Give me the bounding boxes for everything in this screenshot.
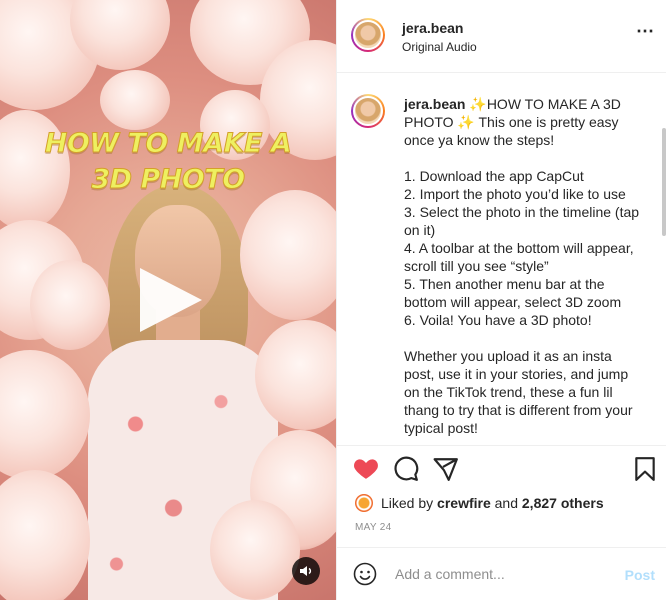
caption-scrollbar[interactable] <box>662 128 666 236</box>
video-title-line-2: 3D PHOTO <box>91 164 246 196</box>
caption-text: jera.bean ✨HOW TO MAKE A 3D PHOTO ✨ This… <box>404 95 640 437</box>
blossom <box>0 350 90 480</box>
post-comment-button[interactable]: Post <box>625 567 655 583</box>
post-header: jera.bean Original Audio ⋯ <box>337 0 666 73</box>
header-username[interactable]: jera.bean <box>402 20 463 36</box>
sparkle-emoji-icon: ✨ <box>469 96 487 112</box>
caption-step: 5. Then another menu bar at the bottom w… <box>404 276 622 310</box>
caption-step: 2. Import the photo you’d like to use <box>404 186 626 202</box>
post-modal: HOW TO MAKE A 3D PHOTO jera.bean Origina… <box>0 0 666 600</box>
sparkle-emoji-icon: ✨ <box>457 114 475 130</box>
comment-input[interactable] <box>393 565 597 583</box>
caption-avatar[interactable] <box>351 94 385 128</box>
blossom <box>240 190 336 320</box>
liker-username[interactable]: crewfire <box>437 495 491 511</box>
blossom <box>0 470 90 600</box>
action-bar <box>337 445 666 494</box>
audio-label[interactable]: Original Audio <box>402 40 477 54</box>
liker-avatar[interactable] <box>355 494 373 512</box>
comment-icon[interactable] <box>393 456 419 487</box>
play-icon[interactable] <box>140 268 202 332</box>
caption-step: 4. A toolbar at the bottom will appear, … <box>404 240 634 274</box>
heart-icon[interactable] <box>353 456 379 485</box>
emoji-icon[interactable] <box>353 562 377 591</box>
comment-bar: Post <box>337 547 666 601</box>
post-video[interactable]: HOW TO MAKE A 3D PHOTO <box>0 0 336 600</box>
caption-step: 6. Voila! You have a 3D photo! <box>404 312 592 328</box>
share-icon[interactable] <box>433 456 459 487</box>
blossom <box>30 260 110 350</box>
likes-prefix: Liked by <box>381 495 434 511</box>
caption-step: 3. Select the photo in the timeline (tap… <box>404 204 640 238</box>
blossom <box>210 500 300 600</box>
likes-others-link[interactable]: 2,827 others <box>522 495 604 511</box>
caption-scroll-area[interactable]: jera.bean ✨HOW TO MAKE A 3D PHOTO ✨ This… <box>337 73 666 445</box>
avatar[interactable] <box>351 18 385 52</box>
caption-step: 1. Download the app CapCut <box>404 168 584 184</box>
more-dots-icon[interactable]: ⋯ <box>636 22 655 40</box>
post-date[interactable]: MAY 24 <box>355 522 391 533</box>
video-title-line-1: HOW TO MAKE A <box>44 128 292 160</box>
likes-summary: Liked by crewfire and 2,827 others <box>355 493 666 513</box>
speaker-icon[interactable] <box>292 557 320 585</box>
bookmark-icon[interactable] <box>633 456 657 487</box>
blossom <box>100 70 170 130</box>
likes-and: and <box>494 495 518 511</box>
caption-username[interactable]: jera.bean <box>404 96 465 112</box>
caption-outro: Whether you upload it as an insta post, … <box>404 348 633 436</box>
post-details-panel: jera.bean Original Audio ⋯ jera.bean ✨HO… <box>336 0 666 600</box>
